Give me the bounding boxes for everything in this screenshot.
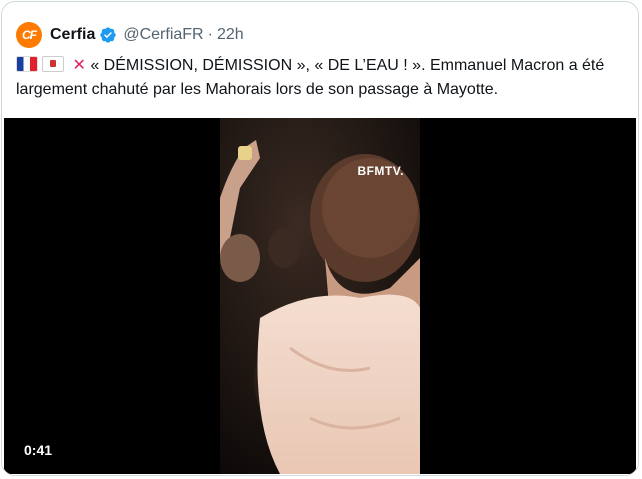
tweet-card[interactable]: CF Cerfia @CerfiaFR · 22h ✕ « DÉMISSION,… — [1, 1, 639, 476]
video-duration: 0:41 — [24, 442, 53, 458]
tweet-header: CF Cerfia @CerfiaFR · 22h — [16, 20, 244, 50]
video-frame[interactable]: BFMTV. — [220, 118, 420, 474]
flag-france-icon — [16, 56, 38, 72]
separator-dot: · — [207, 26, 213, 43]
flag-mayotte-icon — [42, 56, 64, 72]
author-handle[interactable]: @CerfiaFR — [123, 26, 203, 44]
tweet-text: ✕ « DÉMISSION, DÉMISSION », « DE L’EAU !… — [16, 54, 626, 102]
cross-mark-icon: ✕ — [72, 57, 86, 74]
tweet-timestamp[interactable]: 22h — [217, 26, 244, 44]
tweet-text-line2: largement chahuté par les Mahorais lors … — [16, 81, 499, 98]
tweet-text-line1: « DÉMISSION, DÉMISSION », « DE L’EAU ! »… — [90, 57, 605, 74]
author-name[interactable]: Cerfia — [50, 26, 95, 44]
verified-badge-icon — [100, 27, 117, 43]
avatar[interactable]: CF — [16, 22, 42, 48]
video-watermark: BFMTV. — [357, 164, 404, 178]
video-player[interactable]: BFMTV. 0:41 — [4, 118, 636, 474]
